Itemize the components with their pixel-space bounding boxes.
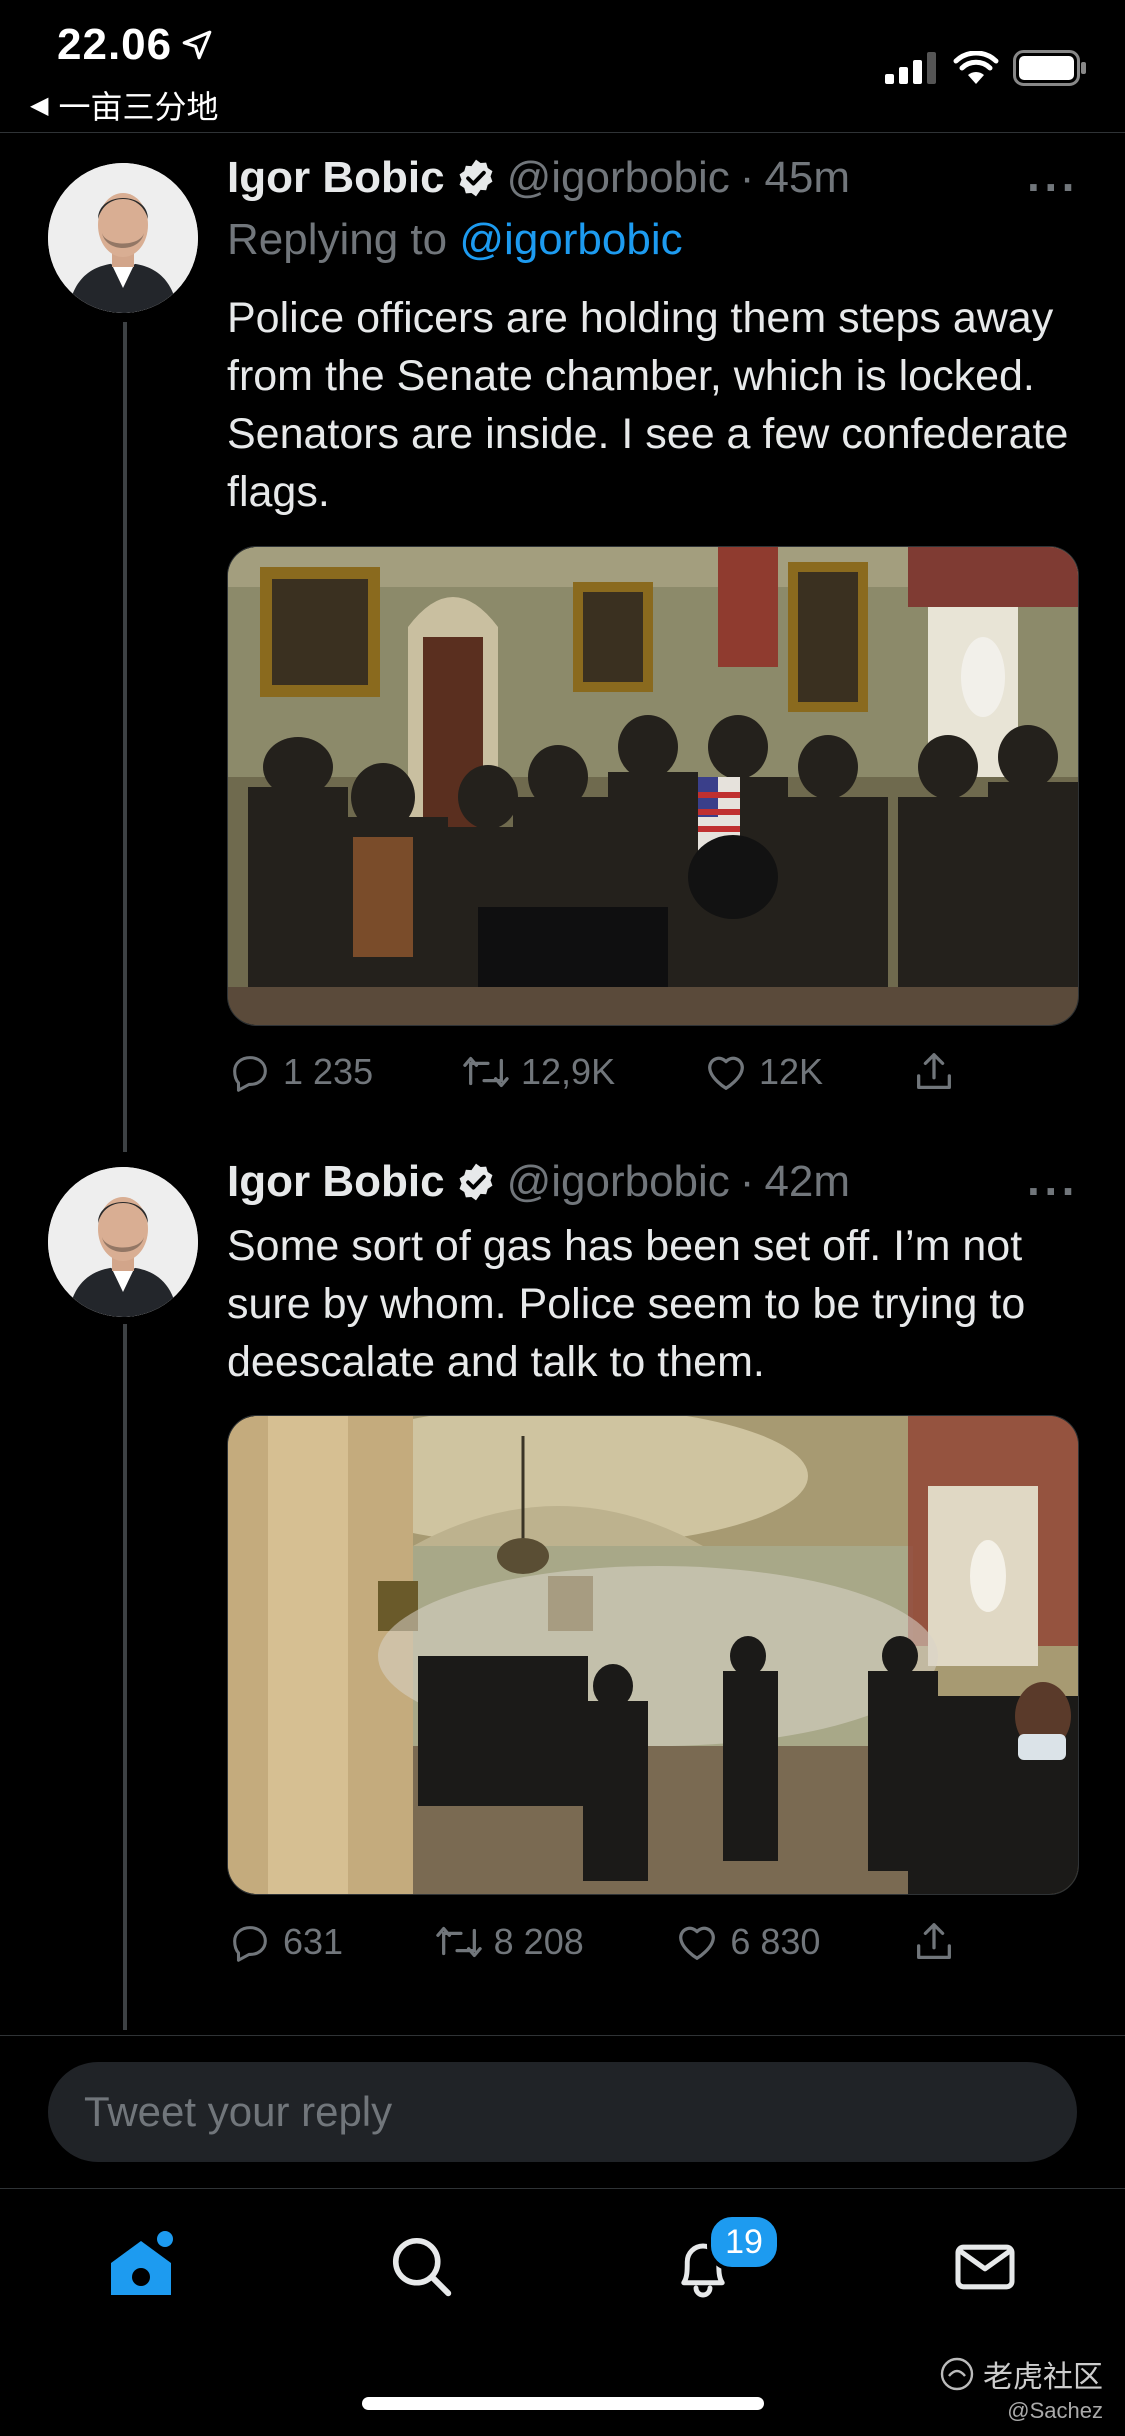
thread-line-2: [123, 1324, 127, 2030]
reply-input[interactable]: Tweet your reply: [48, 2062, 1077, 2162]
back-triangle-icon: ◀: [30, 91, 49, 119]
header-divider: [0, 132, 1125, 133]
tweet-2-text: Some sort of gas has been set off. I’m n…: [227, 1222, 1026, 1386]
like-count: 12K: [759, 1051, 824, 1092]
tweet-2-dot: ·: [739, 1157, 755, 1206]
share-icon: [917, 1923, 951, 1959]
tweet-1-photo[interactable]: [227, 546, 1079, 1026]
battery-icon: [1013, 50, 1086, 86]
tweet-2-author-name[interactable]: Igor Bobic: [227, 1157, 445, 1207]
tab-bar-divider: [0, 2188, 1125, 2189]
tweet-1-share-action[interactable]: [911, 1049, 957, 1095]
wifi-icon: [953, 51, 999, 84]
tiger-logo-icon: [940, 2357, 974, 2391]
reply-count: 1 235: [283, 1051, 374, 1092]
tab-messages[interactable]: [940, 2222, 1030, 2312]
tweet-2-handle[interactable]: @igorbobic: [507, 1157, 730, 1207]
tweet-1-like-action[interactable]: 12K: [703, 1049, 823, 1095]
retweet-icon: [463, 1056, 509, 1088]
photo-capitol-rotunda-smoke: [228, 1416, 1078, 1894]
tweet-1-header: Igor Bobic @igorbobic · 45m: [227, 153, 850, 203]
home-icon: [111, 2231, 173, 2295]
tweet-2-like-action[interactable]: 6 830: [674, 1919, 820, 1965]
notifications-badge: 19: [707, 2213, 781, 2271]
tweet-1-author-name[interactable]: Igor Bobic: [227, 153, 445, 203]
avatar-portrait-icon: [48, 1167, 198, 1317]
avatar-portrait-icon: [48, 163, 198, 313]
tweet-2-photo[interactable]: [227, 1415, 1079, 1895]
thread-line-1: [123, 322, 127, 1152]
replying-to-handle-link[interactable]: @igorbobic: [459, 215, 682, 264]
cellular-signal-icon: [885, 52, 936, 84]
heart-icon: [679, 1926, 716, 1960]
retweet-icon: [435, 1926, 482, 1958]
tweet-1-more-icon[interactable]: ···: [1027, 160, 1079, 214]
tweet-1-timestamp[interactable]: 45m: [764, 153, 850, 203]
tweet-1-actions: 1 235 12,9K 12K: [227, 1049, 957, 1095]
tab-home[interactable]: [96, 2222, 186, 2312]
reply-count: 631: [283, 1921, 344, 1962]
tweet-1-replying-to: Replying to @igorbobic: [227, 215, 683, 265]
home-indicator[interactable]: [362, 2397, 764, 2410]
watermark: 老虎社区: [939, 2352, 1103, 2396]
reply-placeholder: Tweet your reply: [84, 2088, 393, 2135]
tweet-2-reply-action[interactable]: 631: [227, 1919, 343, 1965]
tweet-1-retweet-action[interactable]: 12,9K: [461, 1049, 615, 1095]
tweet-2-actions: 631 8 208 6 830: [227, 1919, 957, 1965]
back-app-label: 一亩三分地: [58, 89, 219, 125]
tweet-2-retweet-action[interactable]: 8 208: [434, 1919, 584, 1965]
mail-icon: [955, 2244, 1015, 2290]
tweet-2-header: Igor Bobic @igorbobic · 42m: [227, 1157, 850, 1207]
location-arrow-icon: [182, 30, 212, 60]
verified-badge-icon: [459, 159, 493, 197]
tweet-2-more-icon[interactable]: ···: [1027, 1164, 1079, 1218]
tweet-2-avatar[interactable]: [48, 1167, 198, 1317]
heart-icon: [708, 1056, 744, 1090]
share-icon: [917, 1053, 951, 1089]
reply-bubble-icon: [233, 1056, 267, 1092]
reply-divider: [0, 2035, 1125, 2036]
tweet-1-text: Police officers are holding them steps a…: [227, 294, 1069, 516]
reply-bubble-icon: [233, 1926, 267, 1962]
photo-capitol-hallway-crowd: [228, 547, 1078, 1025]
tab-search[interactable]: [377, 2222, 467, 2312]
tweet-1-reply-action[interactable]: 1 235: [227, 1049, 373, 1095]
status-time: 22.06: [57, 20, 214, 70]
tweet-2-timestamp[interactable]: 42m: [764, 1157, 850, 1207]
retweet-count: 12,9K: [521, 1051, 616, 1092]
search-icon: [392, 2237, 452, 2297]
status-indicators: [885, 50, 1087, 86]
tweet-2-share-action[interactable]: [911, 1919, 957, 1965]
like-count: 6 830: [730, 1921, 821, 1962]
retweet-count: 8 208: [493, 1921, 584, 1962]
replying-prefix: Replying to: [227, 215, 448, 264]
tweet-1-avatar[interactable]: [48, 163, 198, 313]
verified-badge-icon: [459, 1163, 493, 1201]
watermark-brand: 老虎社区: [983, 2361, 1103, 2394]
tweet-1-handle[interactable]: @igorbobic: [507, 153, 730, 203]
back-to-app[interactable]: ◀ 一亩三分地: [30, 82, 218, 128]
status-time-text: 22.06: [57, 20, 173, 69]
tweet-1-dot: ·: [739, 153, 755, 202]
watermark-user: @Sachez: [1007, 2398, 1103, 2423]
